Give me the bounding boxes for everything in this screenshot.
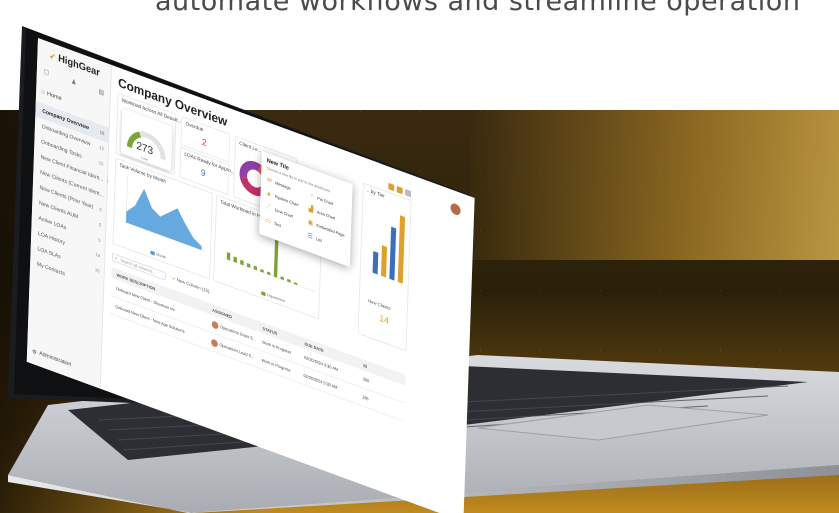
- embedded-page-icon: ▣: [307, 218, 314, 228]
- new-clients-value: 14: [379, 313, 389, 327]
- pipeline-chart-icon: ▲: [265, 189, 273, 198]
- document-icon[interactable]: ▢: [43, 67, 50, 80]
- tile-option-label: Message: [275, 180, 291, 191]
- tile-option-label: List: [315, 235, 322, 243]
- calendar-icon[interactable]: ▤: [98, 88, 104, 101]
- home-icon: ⌂: [41, 88, 45, 96]
- sidebar-administration[interactable]: ⚙ Administration: [32, 348, 71, 369]
- loa-value: 9: [200, 167, 206, 180]
- sidebar-list: Company Overview 15 Onboarding Overview 12…: [30, 100, 110, 296]
- overdue-value: 2: [201, 137, 207, 149]
- legend-swatch: [150, 250, 155, 256]
- sidebar-home[interactable]: ⌂ Home: [41, 88, 62, 102]
- avatar: [211, 319, 219, 330]
- sidebar: ➶ HighGear ▢ ♟ ▤ ⌂ Home Company Overview…: [26, 38, 112, 389]
- tile-option-label: Time Chart: [274, 207, 294, 219]
- sidebar-item-count: 5: [99, 206, 102, 213]
- time-chart-icon: ⟋: [266, 202, 271, 211]
- user-icon[interactable]: ♟: [71, 78, 77, 91]
- tile-option-label: Text: [273, 220, 281, 228]
- legend-swatch: [261, 290, 266, 296]
- sidebar-item-count: 15: [98, 159, 104, 168]
- home-label: Home: [46, 90, 62, 103]
- add-tile-icon[interactable]: [388, 182, 395, 192]
- sidebar-item-count: 12: [99, 144, 104, 152]
- avatar: [211, 337, 218, 348]
- pie-chart-icon: ◔: [309, 191, 314, 200]
- user-avatar[interactable]: [450, 201, 461, 217]
- search-icon: ⌕: [114, 255, 117, 262]
- sidebar-item-count: 15: [99, 129, 105, 137]
- sidebar-item-count: 5: [98, 222, 102, 229]
- list-icon: ☰: [307, 232, 313, 241]
- tile-option-label: Pipeline Chart: [274, 193, 299, 207]
- logo-swoosh-icon: ➶: [49, 50, 56, 62]
- widget-title: Overdue: [185, 121, 204, 134]
- plus-icon: +: [172, 275, 176, 283]
- message-icon: ✉: [266, 176, 273, 185]
- tier-bar-chart: [372, 215, 406, 284]
- tile-option-label: Area Chart: [316, 208, 336, 221]
- sidebar-item-count: 14: [95, 251, 101, 259]
- new-clients-label: New Clients: [368, 298, 391, 312]
- settings-icon[interactable]: [405, 188, 412, 198]
- edit-icon[interactable]: [396, 185, 403, 195]
- administration-label: Administration: [39, 350, 72, 368]
- area-chart-icon: ▟: [308, 205, 314, 214]
- tile-option-label: Pie Chart: [317, 195, 334, 206]
- text-icon: ▭: [265, 216, 271, 226]
- tier-widget[interactable]: ...by Tier New Clients 14: [357, 182, 412, 352]
- sidebar-item-count: 15: [94, 267, 100, 275]
- sidebar-item-count: 5: [98, 237, 101, 244]
- gear-icon: ⚙: [32, 349, 37, 357]
